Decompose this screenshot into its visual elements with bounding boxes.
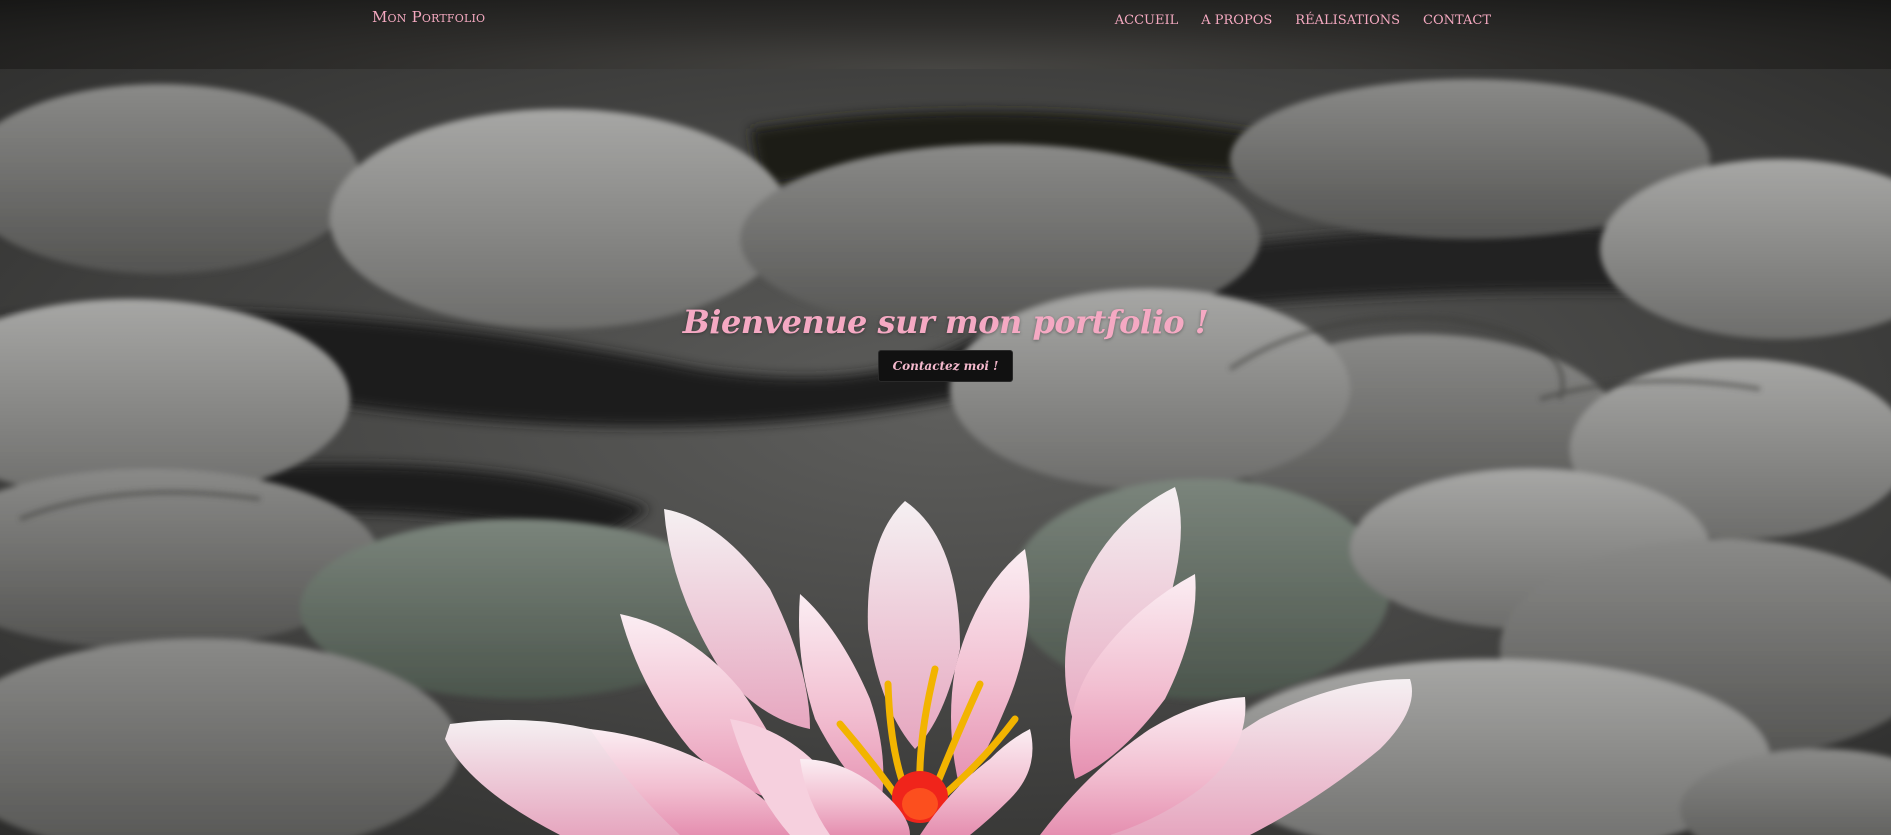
hero-background-image (0, 69, 1891, 835)
nav-link-a-propos[interactable]: A PROPOS (1201, 13, 1272, 28)
nav-link-realisations[interactable]: RÉALISATIONS (1295, 13, 1400, 28)
nav-item-realisations: RÉALISATIONS (1295, 9, 1400, 28)
hero-title: Bienvenue sur mon portfolio ! (682, 303, 1209, 341)
nav-link-contact[interactable]: CONTACT (1423, 13, 1491, 28)
nav-item-a-propos: A PROPOS (1201, 9, 1272, 28)
nav-menu: ACCUEIL A PROPOS RÉALISATIONS CONTACT (1115, 9, 1491, 28)
hero-section: Bienvenue sur mon portfolio ! Contactez … (0, 69, 1891, 835)
contact-button[interactable]: Contactez moi ! (877, 350, 1014, 382)
nav-item-contact: CONTACT (1423, 9, 1491, 28)
nav-item-accueil: ACCUEIL (1115, 9, 1179, 28)
hero-content: Bienvenue sur mon portfolio ! Contactez … (0, 303, 1891, 382)
brand-link[interactable]: Mon Portfolio (372, 8, 485, 26)
nav-link-accueil[interactable]: ACCUEIL (1115, 13, 1179, 28)
top-navbar: Mon Portfolio ACCUEIL A PROPOS RÉALISATI… (0, 0, 1891, 69)
